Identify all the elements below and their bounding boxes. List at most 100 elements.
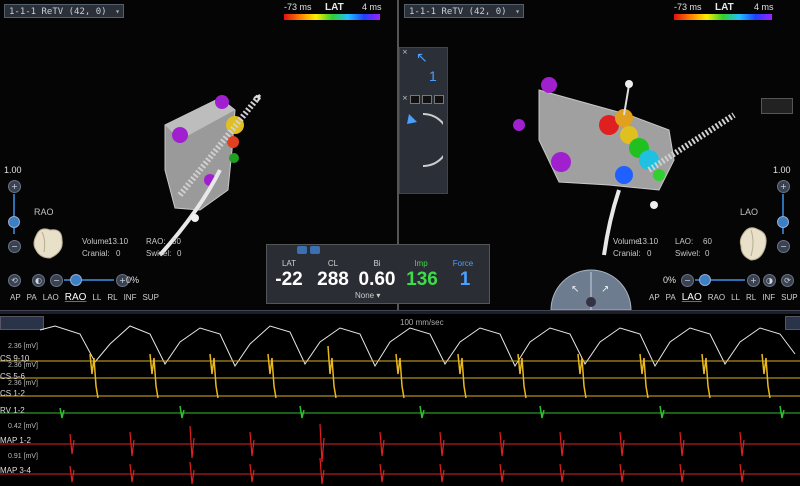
refresh-icon[interactable] [310,246,320,254]
right-rotation-knob[interactable] [699,274,711,286]
left-zoom-knob[interactable] [8,216,20,228]
right-map-selector-label: 1-1-1 ReTV (42, 0) [409,7,507,17]
right-view-buttons: AP PA LAO RAO LL RL INF SUP [649,292,798,303]
segment-box [410,95,420,104]
channel-label-rv-1-2: RV 1-2 [0,406,25,415]
right-view-inf[interactable]: INF [762,293,775,302]
right-cranial-value: 0 [647,249,652,258]
right-view-ll[interactable]: LL [731,293,740,302]
reset-view-icon[interactable]: ⟳ [781,274,794,287]
right-swivel-label: Swivel: [675,249,701,258]
left-map-selector[interactable]: 1-1-1 ReTV (42, 0) ▾ [4,4,124,18]
right-rotation-minus-icon[interactable]: − [681,274,694,287]
left-view-pa[interactable]: PA [27,293,37,302]
left-zoom-top: 1.00 [4,165,22,175]
metric-cl-value: 288 [317,269,349,290]
metric-cl-label: CL [327,259,339,268]
channel-label-map-1-2: MAP 1-2 [0,436,31,445]
close-icon[interactable]: × [402,94,408,102]
egm-signal-panel: 100 mm/sec CS 9-10 2.36 [mV] CS 5-6 2.36… [0,314,800,486]
left-lat-color-bar [284,14,380,20]
right-lao-label: LAO: [675,237,694,246]
center-counter: 1 [429,68,437,84]
left-lat-min: -73 ms [284,2,312,12]
left-zoom-slider[interactable] [13,194,15,234]
chevron-down-icon: ▾ [515,7,520,16]
left-lat-label: LAT [325,2,344,13]
metric-imp-value: 136 [406,269,438,290]
arrow-up-left-icon[interactable]: ↖ [416,50,428,66]
metric-bi-label: Bi [373,259,381,268]
left-view-lao[interactable]: LAO [43,293,59,302]
right-rotation-plus-icon[interactable]: + [747,274,760,287]
right-lao-value: 60 [703,237,712,246]
chevron-down-icon: ▾ [115,7,120,16]
rotate-right-icon[interactable]: ◑ [763,274,776,287]
left-view-buttons: AP PA LAO RAO LL RL INF SUP [10,292,159,303]
right-zoom-knob[interactable] [777,216,789,228]
right-view-sup[interactable]: SUP [781,293,797,302]
svg-text:↗: ↗ [601,284,609,295]
channel-scale-cs-9-10: 2.36 [mV] [8,343,38,350]
channel-scale-map-1-2: 0.91 [mV] [8,453,38,460]
metric-bi-value: 0.60 [358,269,396,290]
metric-dropdown[interactable]: None ▾ [355,291,395,301]
rotate-left-icon[interactable]: ◐ [32,274,45,287]
heart-orientation-icon [739,227,767,261]
close-icon[interactable]: × [402,48,408,56]
settings-icon[interactable] [297,246,307,254]
chevron-down-icon: ▾ [376,291,381,300]
left-view-rao[interactable]: RAO [65,292,87,303]
right-lat-label: LAT [715,2,734,13]
right-map-selector[interactable]: 1-1-1 ReTV (42, 0) ▾ [404,4,524,18]
zoom-out-icon[interactable]: − [8,240,21,253]
left-view-ll[interactable]: LL [92,293,101,302]
right-view-ap[interactable]: AP [649,293,660,302]
right-view-lao[interactable]: LAO [682,292,702,303]
right-lat-max: 4 ms [754,2,774,12]
segment-box [434,95,444,104]
channel-scale-cs-5-6: 2.36 [mV] [8,362,38,369]
metric-imp-label: Imp [414,259,428,268]
left-swivel-label: Swivel: [146,249,172,258]
zoom-in-icon[interactable]: + [8,180,21,193]
zoom-in-icon[interactable]: + [777,180,790,193]
left-rotation-knob[interactable] [70,274,82,286]
segment-indicator [410,95,444,104]
left-lat-max: 4 ms [362,2,382,12]
right-view-rl[interactable]: RL [746,293,756,302]
right-lat-color-bar [674,14,772,20]
left-rotation-minus-icon[interactable]: − [50,274,63,287]
left-map-selector-label: 1-1-1 ReTV (42, 0) [9,7,107,17]
channel-scale-cs-1-2: 2.36 [mV] [8,380,38,387]
right-volume-value: 13.10 [638,237,659,246]
metric-lat-value: -22 [275,269,303,290]
right-zoom-slider[interactable] [782,194,784,234]
left-view-ap[interactable]: AP [10,293,21,302]
right-zoom-top: 1.00 [773,165,791,175]
right-view-pa[interactable]: PA [666,293,676,302]
metric-force-value: 1 [459,269,471,290]
egm-traces [0,325,800,485]
catheter-metrics-panel: LAT -22 CL 288 Bi 0.60 Imp 136 Force 1 N… [266,244,490,304]
reset-view-icon[interactable]: ⟲ [8,274,21,287]
right-toolbar-icons[interactable] [761,98,793,114]
left-anatomy-3d[interactable] [140,80,270,260]
zoom-out-icon[interactable]: − [777,240,790,253]
catheter-tool-panel[interactable]: × ↖ 1 × [399,47,448,194]
channel-label-map-3-4: MAP 3-4 [0,466,31,475]
left-view-rl[interactable]: RL [107,293,117,302]
left-view-sup[interactable]: SUP [142,293,158,302]
left-volume-value: 13.10 [108,237,129,246]
left-zoom-bottom: 0% [126,275,140,285]
right-lat-min: -73 ms [674,2,702,12]
right-view-rao[interactable]: RAO [708,293,725,302]
channel-label-cs-1-2: CS 1-2 [0,389,25,398]
right-zoom-bottom: 0% [663,275,677,285]
right-anatomy-3d[interactable] [509,70,739,260]
catheter-nav-dial[interactable]: ↖ ↗ [549,262,633,310]
left-view-inf[interactable]: INF [124,293,137,302]
right-swivel-value: 0 [705,249,710,258]
channel-scale-rv-1-2: 0.42 [mV] [8,423,38,430]
metric-force-label: Force [452,259,474,268]
